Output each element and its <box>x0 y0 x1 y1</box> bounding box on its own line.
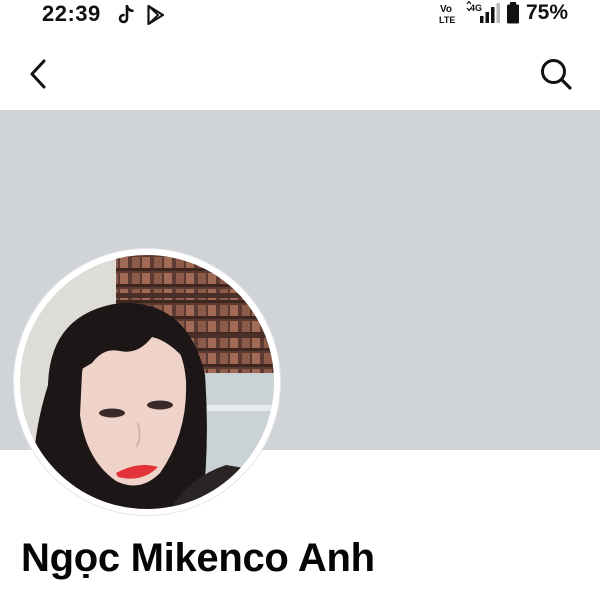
search-button[interactable] <box>538 56 574 92</box>
search-icon <box>541 59 572 90</box>
tiktok-icon <box>118 5 134 24</box>
status-bar: 22:39 Vo LTE 4G 75% <box>0 0 600 34</box>
play-store-icon <box>147 4 165 26</box>
profile-photo <box>20 255 274 509</box>
battery-percent: 75% <box>525 1 568 24</box>
app-bar <box>0 34 600 110</box>
data-type-label: 4G <box>470 3 482 13</box>
signal-icon: 4G <box>466 1 500 23</box>
volte-top-label: Vo <box>440 4 452 15</box>
volte-icon: Vo LTE <box>439 4 455 25</box>
back-button[interactable] <box>22 56 58 92</box>
volte-bottom-label: LTE <box>439 15 455 25</box>
status-time: 22:39 <box>42 1 101 26</box>
chevron-left-icon <box>30 59 46 89</box>
profile-name: Ngọc Mikenco Anh <box>21 536 375 580</box>
profile-screen: 22:39 Vo LTE 4G 75% Ngọc Mikenco Anh <box>0 0 600 600</box>
battery-icon <box>507 2 519 24</box>
avatar[interactable] <box>14 249 280 515</box>
